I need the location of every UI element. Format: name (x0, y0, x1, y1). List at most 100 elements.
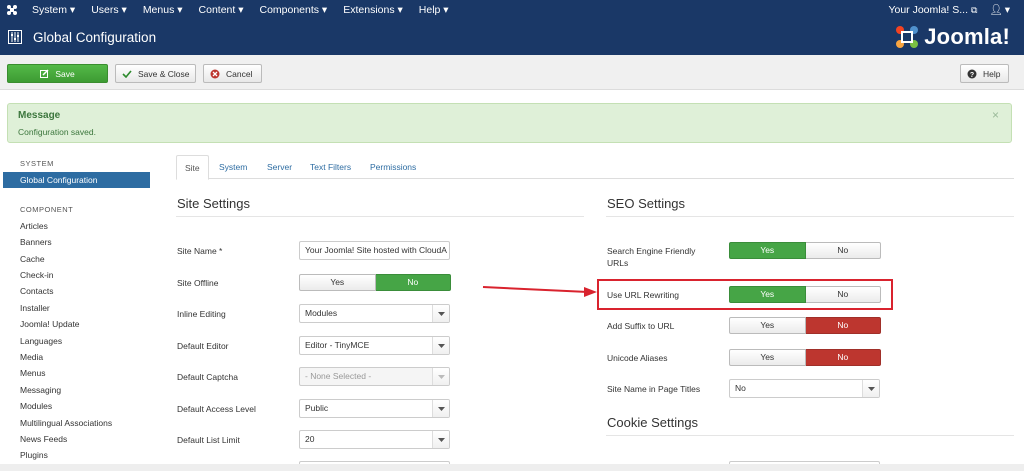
joomla-brand-icon (896, 26, 919, 48)
site-offline-label: Site Offline (177, 278, 219, 288)
menu-users[interactable]: Users ▾ (83, 4, 135, 16)
inline-editing-select[interactable]: Modules (299, 304, 450, 323)
cancel-button[interactable]: Cancel (203, 64, 262, 83)
menu-components[interactable]: Components ▾ (251, 4, 335, 16)
tab-system[interactable]: System (219, 155, 247, 179)
add-suffix-yes[interactable]: Yes (729, 317, 806, 334)
chevron-down-icon (432, 400, 449, 417)
site-link-label: Your Joomla! S... (888, 3, 969, 16)
default-editor-label: Default Editor (177, 341, 229, 351)
chevron-down-icon (432, 368, 449, 385)
save-button[interactable]: Save (7, 64, 108, 83)
site-offline-no[interactable]: No (375, 274, 451, 291)
site-name-titles-value: No (735, 383, 746, 393)
site-name-titles-select[interactable]: No (729, 379, 880, 398)
unicode-aliases-yes[interactable]: Yes (729, 349, 806, 366)
menu-menus[interactable]: Menus ▾ (135, 4, 191, 16)
site-offline-toggle: Yes No (299, 274, 451, 291)
sidebar-item-check-in[interactable]: Check-in (20, 270, 54, 280)
tab-server[interactable]: Server (267, 155, 292, 179)
highlight-box (597, 279, 893, 310)
sidebar-item-menus[interactable]: Menus (20, 368, 46, 378)
top-navbar: System ▾ Users ▾ Menus ▾ Content ▾ Compo… (0, 0, 1024, 19)
site-name-input[interactable]: Your Joomla! Site hosted with CloudA (299, 241, 450, 260)
sidebar-item-installer[interactable]: Installer (20, 303, 50, 313)
unicode-aliases-label: Unicode Aliases (607, 353, 668, 363)
default-captcha-label: Default Captcha (177, 372, 238, 382)
sidebar-heading-system: SYSTEM (20, 159, 54, 168)
sidebar-item-banners[interactable]: Banners (20, 237, 52, 247)
config-icon (8, 30, 22, 44)
page-title: Global Configuration (33, 29, 157, 45)
add-suffix-toggle: Yes No (729, 317, 881, 334)
sidebar-item-plugins[interactable]: Plugins (20, 450, 48, 460)
site-link[interactable]: Your Joomla! S... ⧉ (882, 4, 983, 16)
default-access-label: Default Access Level (177, 404, 256, 414)
sidebar-item-multilingual-associations[interactable]: Multilingual Associations (20, 418, 112, 428)
sef-urls-yes[interactable]: Yes (729, 242, 806, 259)
sidebar-item-cache[interactable]: Cache (20, 254, 45, 264)
default-captcha-value: - None Selected - (305, 371, 372, 381)
seo-settings-title: SEO Settings (607, 196, 686, 211)
help-button[interactable]: ? Help (960, 64, 1009, 83)
menu-help[interactable]: Help ▾ (411, 4, 457, 16)
tab-permissions[interactable]: Permissions (370, 155, 416, 179)
external-link-icon: ⧉ (970, 4, 978, 15)
joomla-brand: Joomla! (894, 24, 1010, 50)
save-close-button[interactable]: Save & Close (115, 64, 196, 83)
tab-text-filters[interactable]: Text Filters (310, 155, 351, 179)
chevron-down-icon (432, 431, 449, 448)
sidebar-item-contacts[interactable]: Contacts (20, 286, 54, 296)
menu-system[interactable]: System ▾ (24, 4, 83, 16)
sef-urls-toggle: Yes No (729, 242, 881, 259)
sef-urls-label: Search Engine Friendly URLs (607, 246, 696, 268)
check-icon (122, 69, 132, 78)
add-suffix-label: Add Suffix to URL (607, 321, 675, 331)
site-settings-divider (176, 216, 584, 217)
chevron-down-icon (862, 380, 879, 397)
close-icon[interactable]: × (992, 108, 999, 122)
tab-site[interactable]: Site (176, 155, 209, 180)
default-editor-select[interactable]: Editor - TinyMCE (299, 336, 450, 355)
bottom-scroll-bar (0, 464, 1024, 471)
sidebar-item-joomla-update[interactable]: Joomla! Update (20, 319, 80, 329)
sef-urls-no[interactable]: No (805, 242, 881, 259)
sidebar-item-messaging[interactable]: Messaging (20, 385, 61, 395)
joomla-logo-icon[interactable] (0, 0, 24, 19)
sidebar-item-global-configuration[interactable]: Global Configuration (3, 172, 150, 188)
sidebar-item-articles[interactable]: Articles (20, 221, 48, 231)
default-access-value: Public (305, 403, 329, 413)
sidebar-item-modules[interactable]: Modules (20, 401, 52, 411)
message-text: Configuration saved. (18, 127, 96, 137)
site-offline-yes[interactable]: Yes (299, 274, 376, 291)
user-menu-caret: ▾ (1004, 4, 1010, 16)
default-list-select[interactable]: 20 (299, 430, 450, 449)
unicode-aliases-toggle: Yes No (729, 349, 881, 366)
default-captcha-select[interactable]: - None Selected - (299, 367, 450, 386)
menu-content[interactable]: Content ▾ (191, 4, 252, 16)
site-name-titles-label: Site Name in Page Titles (607, 384, 701, 394)
config-tabs: Site System Server Text Filters Permissi… (176, 155, 1014, 180)
default-access-select[interactable]: Public (299, 399, 450, 418)
user-menu[interactable]: 👤︎ ▾ (983, 3, 1024, 16)
chevron-down-icon (432, 305, 449, 322)
help-icon: ? (967, 69, 977, 79)
cookie-settings-divider (606, 435, 1014, 436)
user-icon: 👤︎ (989, 4, 1003, 16)
help-label: Help (983, 68, 1001, 79)
cancel-label: Cancel (226, 68, 253, 79)
site-settings-title: Site Settings (177, 196, 250, 211)
default-list-value: 20 (305, 434, 315, 444)
save-label: Save (55, 68, 75, 79)
top-menu: System ▾ Users ▾ Menus ▾ Content ▾ Compo… (24, 0, 457, 19)
sidebar-heading-component: COMPONENT (20, 205, 74, 214)
add-suffix-no[interactable]: No (805, 317, 881, 334)
inline-editing-value: Modules (305, 308, 338, 318)
unicode-aliases-no[interactable]: No (805, 349, 881, 366)
sidebar-item-news-feeds[interactable]: News Feeds (20, 434, 67, 444)
sidebar-item-media[interactable]: Media (20, 352, 43, 362)
menu-extensions[interactable]: Extensions ▾ (335, 4, 411, 16)
sidebar-item-languages[interactable]: Languages (20, 336, 62, 346)
joomla-brand-text: Joomla! (924, 24, 1010, 49)
message-heading: Message (18, 110, 61, 121)
